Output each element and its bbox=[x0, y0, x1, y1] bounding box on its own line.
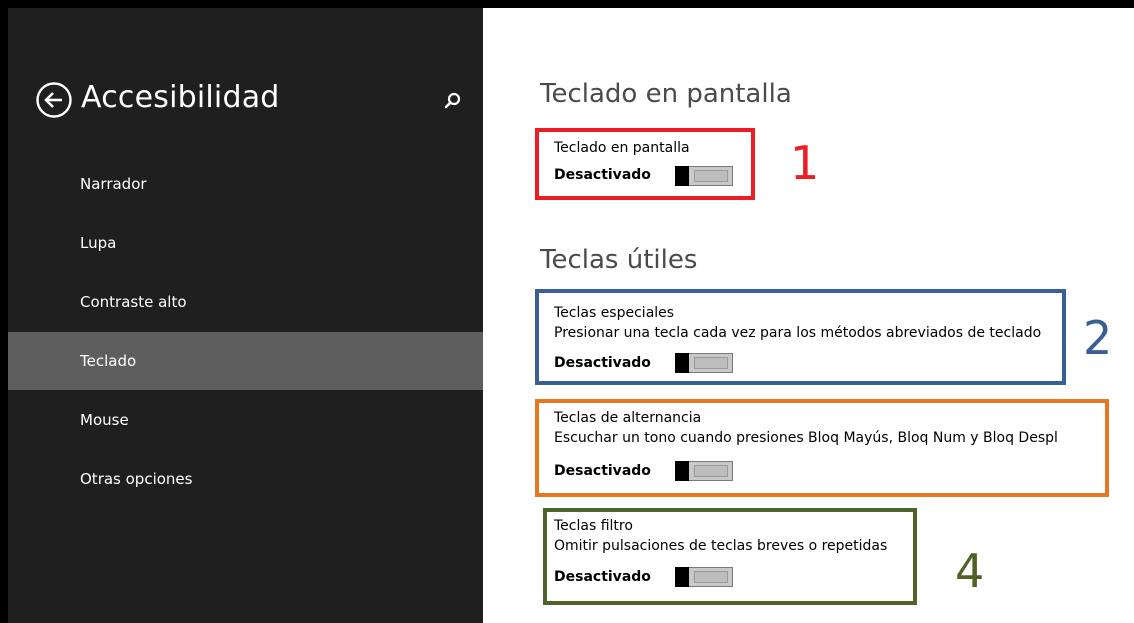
callout-box-4 bbox=[543, 508, 917, 605]
sidebar-item-teclado[interactable]: Teclado bbox=[8, 332, 483, 390]
sidebar-item-label: Narrador bbox=[80, 175, 147, 193]
callout-box-1 bbox=[535, 128, 755, 200]
sidebar-item-label: Mouse bbox=[80, 411, 129, 429]
settings-window: Accesibilidad Narrador Lupa Contraste al… bbox=[0, 0, 1134, 623]
sidebar-item-otras-opciones[interactable]: Otras opciones bbox=[8, 450, 483, 508]
callout-number-2: 2 bbox=[1083, 311, 1113, 365]
callout-number-4: 4 bbox=[955, 544, 985, 598]
sidebar-title: Accesibilidad bbox=[81, 80, 280, 115]
sidebar-nav: Narrador Lupa Contraste alto Teclado Mou… bbox=[8, 155, 483, 508]
back-arrow-circle-icon[interactable] bbox=[35, 81, 73, 119]
callout-number-1: 1 bbox=[790, 136, 820, 190]
section-heading-useful-keys: Teclas útiles bbox=[540, 245, 698, 275]
sidebar-item-lupa[interactable]: Lupa bbox=[8, 214, 483, 272]
callout-box-2 bbox=[535, 289, 1066, 385]
sidebar-item-label: Teclado bbox=[80, 352, 137, 370]
sidebar-item-mouse[interactable]: Mouse bbox=[8, 391, 483, 449]
section-heading-onscreen-keyboard: Teclado en pantalla bbox=[540, 79, 792, 109]
search-icon[interactable] bbox=[440, 88, 466, 114]
sidebar-item-narrador[interactable]: Narrador bbox=[8, 155, 483, 213]
callout-box-3 bbox=[535, 399, 1109, 497]
sidebar-item-label: Otras opciones bbox=[80, 470, 193, 488]
sidebar-item-label: Lupa bbox=[80, 234, 117, 252]
window-left-border bbox=[0, 0, 8, 623]
window-top-border bbox=[0, 0, 1134, 8]
sidebar-item-contraste-alto[interactable]: Contraste alto bbox=[8, 273, 483, 331]
sidebar-item-label: Contraste alto bbox=[80, 293, 187, 311]
sidebar: Accesibilidad Narrador Lupa Contraste al… bbox=[8, 8, 483, 623]
